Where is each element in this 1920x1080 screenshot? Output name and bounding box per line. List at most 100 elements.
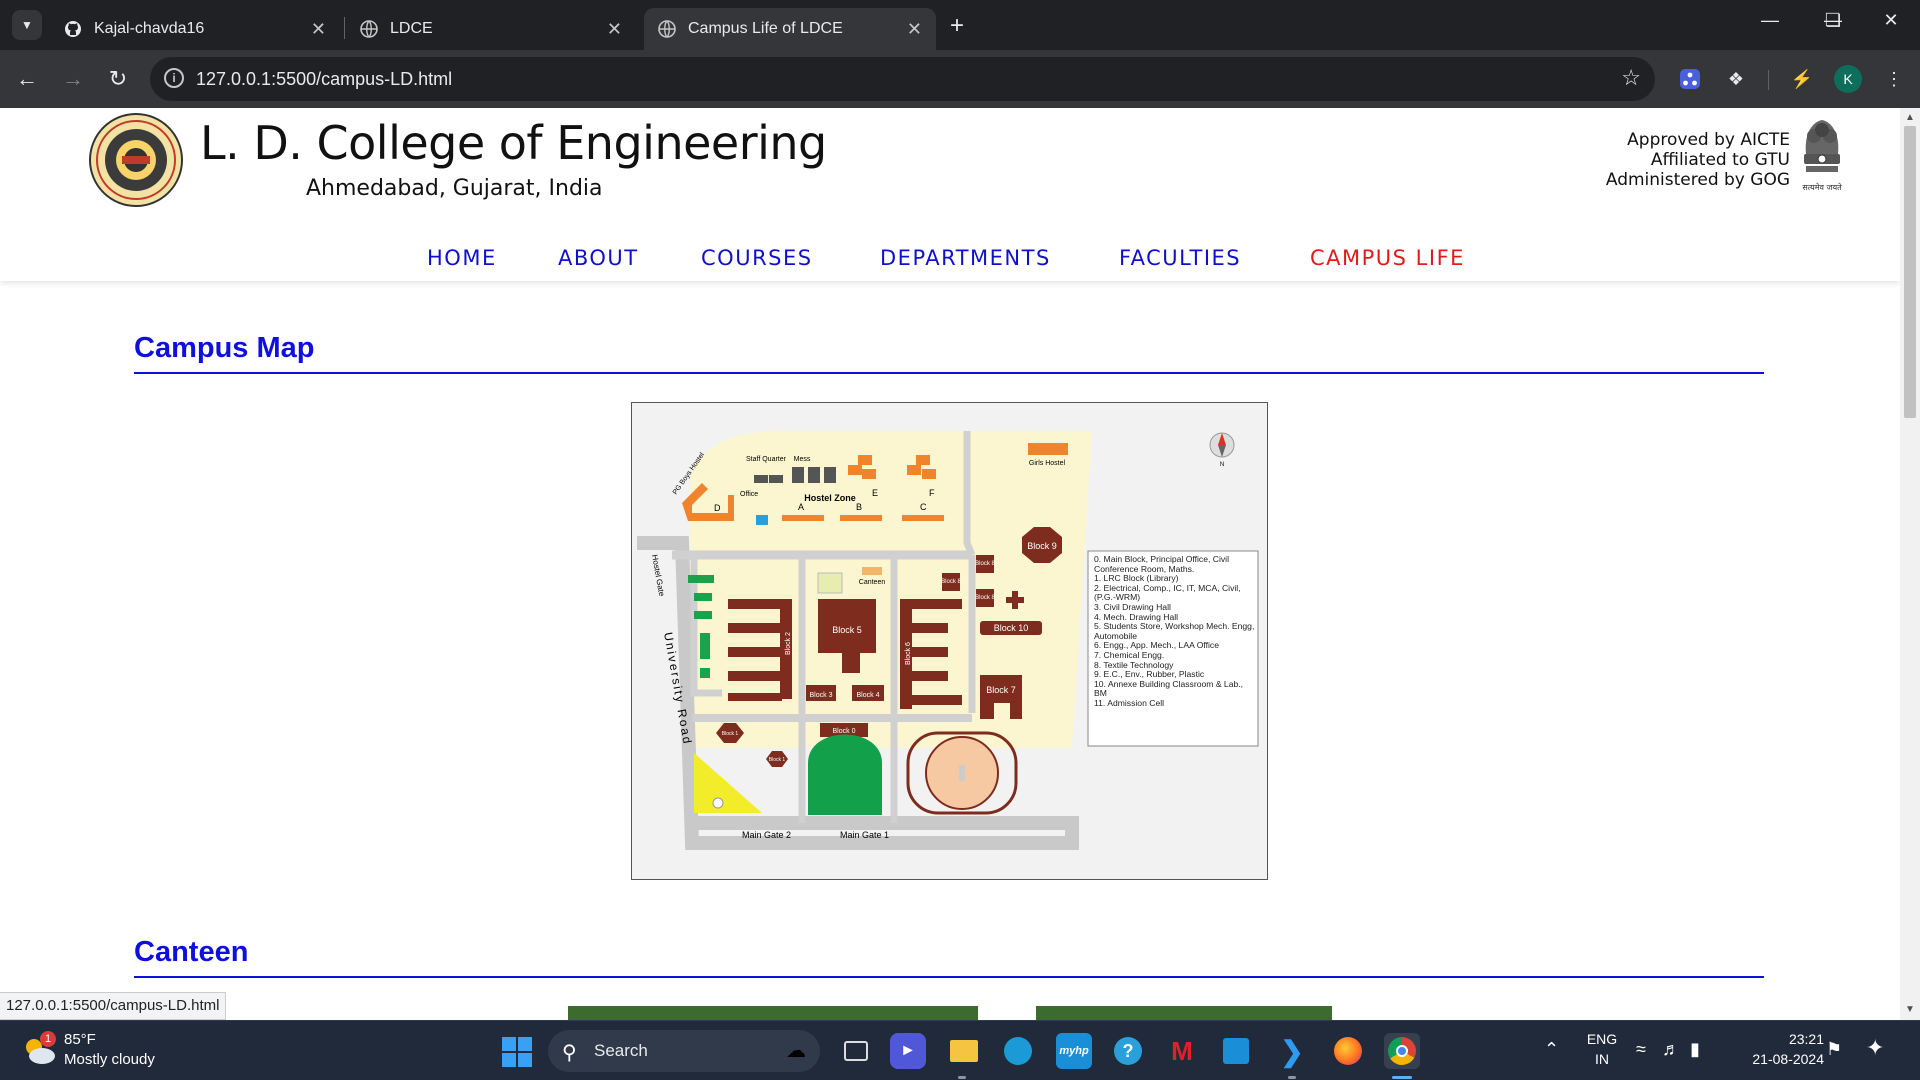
main-nav: HOME ABOUT COURSES DEPARTMENTS FACULTIES… [0,246,1900,276]
tab-github[interactable]: Kajal-chavda16 ✕ [50,8,340,50]
extension-icon[interactable] [1675,64,1705,94]
wifi-icon[interactable]: ≈ [1636,1039,1646,1060]
close-tab-icon[interactable]: ✕ [311,19,326,40]
map-label: E [872,488,878,498]
green-building [694,593,712,601]
language-indicator[interactable]: ENG [1584,1031,1620,1047]
map-label: Main Gate 1 [840,830,889,840]
tab-campus-life[interactable]: Campus Life of LDCE ✕ [644,8,936,50]
search-icon: ⚲ [562,1042,577,1064]
bookmark-star-icon[interactable]: ☆ [1621,65,1641,91]
active-indicator [1392,1076,1412,1079]
nav-faculties[interactable]: FACULTIES [1119,246,1241,270]
green-building [688,575,714,583]
nav-campus-life[interactable]: CAMPUS LIFE [1310,246,1465,270]
green-building [700,633,710,659]
block-6-wing [912,623,948,633]
hostel-e-block [848,465,862,475]
scroll-down-icon[interactable]: ▼ [1905,1004,1915,1015]
store-icon[interactable] [1218,1033,1254,1069]
block-6-wing [912,671,948,681]
language-region[interactable]: IN [1584,1051,1620,1067]
chrome-icon[interactable] [1384,1033,1420,1069]
close-tab-icon[interactable]: ✕ [907,19,922,40]
myhp-icon[interactable]: myhp [1056,1033,1092,1069]
nav-home[interactable]: HOME [427,246,497,270]
scroll-thumb[interactable] [1904,126,1916,418]
toolbar-divider [1768,70,1769,90]
green-building [694,611,712,619]
block-2-wing [728,623,782,633]
page-scrollbar[interactable]: ▲ ▼ [1900,108,1920,1020]
extensions-puzzle-icon[interactable]: ❖ [1721,64,1751,94]
map-label: Block 3 [810,692,833,699]
performance-icon[interactable]: ⚡ [1787,64,1817,94]
edge-icon[interactable] [1000,1033,1036,1069]
weather-description[interactable]: Mostly cloudy [64,1051,155,1068]
nav-courses[interactable]: COURSES [701,246,813,270]
map-label: Mess [794,456,811,463]
clock-date[interactable]: 21-08-2024 [1734,1051,1824,1067]
windows-start-icon[interactable] [502,1037,532,1067]
reload-icon[interactable]: ↻ [103,64,133,94]
close-tab-icon[interactable]: ✕ [607,19,622,40]
teams-icon[interactable]: ► [890,1033,926,1069]
weather-alert-badge: 1 [40,1031,56,1047]
nav-about[interactable]: ABOUT [558,246,639,270]
restore-icon[interactable]: ❏ [1813,10,1853,31]
campus-map: Staff Quarter Mess Hostel Zone E F Girls… [631,402,1268,880]
notification-bell-icon[interactable]: ⚑ [1826,1039,1842,1060]
map-label: A [798,502,804,512]
volume-icon[interactable]: ♬ [1662,1039,1680,1060]
legend-item: 2. Electrical, Comp., IC, IT, MCA, Civil… [1094,582,1241,603]
url-text[interactable]: 127.0.0.1:5500/campus-LD.html [196,69,452,90]
address-bar[interactable]: i 127.0.0.1:5500/campus-LD.html ☆ [150,57,1655,101]
site-header: L. D. College of Engineering Ahmedabad, … [0,108,1900,281]
running-indicator [958,1076,966,1079]
map-label: D [714,503,721,513]
search-label: Search [594,1041,648,1060]
section-title-canteen: Canteen [134,936,249,968]
scroll-up-icon[interactable]: ▲ [1905,112,1915,123]
help-icon[interactable]: ? [1110,1033,1146,1069]
task-view-icon[interactable] [838,1033,874,1069]
mcafee-icon[interactable]: M [1164,1033,1200,1069]
approval-aicte: Approved by AICTE [1627,130,1790,150]
section-divider [134,372,1764,374]
vscode-icon[interactable]: ❯ [1274,1033,1310,1069]
more-menu-icon[interactable]: ⋮ [1879,64,1909,94]
tab-search-button[interactable]: ▼ [12,10,42,40]
back-icon[interactable]: ← [12,64,42,94]
file-explorer-icon[interactable] [946,1033,982,1069]
firefox-icon[interactable] [1330,1033,1366,1069]
battery-icon[interactable]: ▮ [1690,1039,1700,1060]
copilot-icon[interactable]: ✦ [1866,1035,1884,1061]
sports-ground [808,734,882,815]
tab-ldce[interactable]: LDCE ✕ [346,8,636,50]
affiliation-gtu: Affiliated to GTU [1650,150,1790,170]
minimize-icon[interactable]: — [1750,10,1790,31]
profile-avatar[interactable]: K [1834,65,1862,93]
new-tab-icon[interactable]: + [950,12,964,40]
girls-hostel-block [1028,443,1068,455]
administered-gog: Administered by GOG [1605,170,1790,190]
forward-icon[interactable]: → [58,64,88,94]
legend-item: 11. Admission Cell [1094,697,1165,708]
site-info-icon[interactable]: i [164,68,184,88]
map-label: Block 7 [986,685,1016,695]
close-window-icon[interactable]: ✕ [1871,10,1911,31]
tray-overflow-icon[interactable]: ⌃ [1544,1039,1559,1060]
hostel-e-block [858,455,872,465]
map-label: Canteen [859,579,886,586]
clock-time[interactable]: 23:21 [1734,1031,1824,1047]
map-label: Block 10 [994,623,1029,633]
tab-title: LDCE [390,20,433,37]
github-icon [64,20,82,38]
weather-temperature[interactable]: 85°F [64,1031,96,1048]
map-label: Block 1 [769,757,786,763]
block-6-wing [912,695,962,705]
map-label: Main Gate 2 [742,830,791,840]
nav-departments[interactable]: DEPARTMENTS [880,246,1051,270]
taskbar-search-box[interactable]: ⚲ Search ☁ [548,1030,820,1072]
map-label: Block 4 [857,692,880,699]
